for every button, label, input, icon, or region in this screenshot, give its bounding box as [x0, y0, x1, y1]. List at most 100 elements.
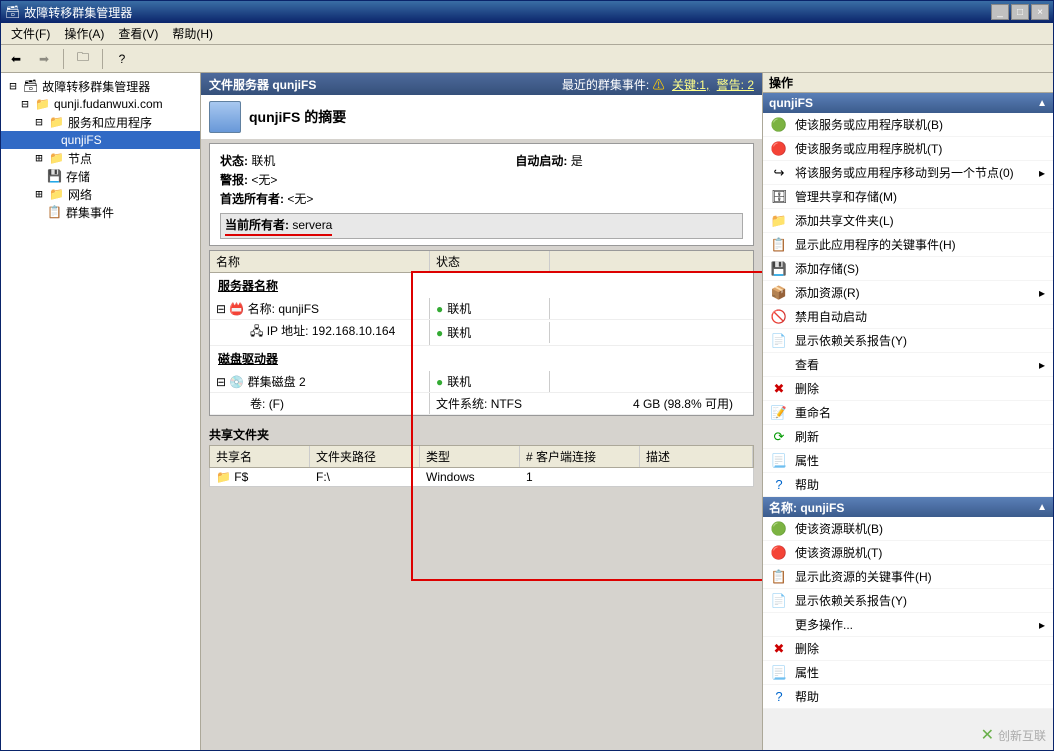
rename-icon: 📝 [771, 405, 787, 421]
menu-file[interactable]: 文件(F) [5, 23, 56, 44]
tree-storage[interactable]: 💾 存储 [1, 167, 200, 185]
action2-help[interactable]: ?帮助 [763, 685, 1053, 709]
help-icon: ? [771, 477, 787, 493]
properties-icon: 📃 [771, 453, 787, 469]
main-window: 🗃 故障转移群集管理器 _ □ × 文件(F) 操作(A) 查看(V) 帮助(H… [0, 0, 1054, 751]
warning-link[interactable]: 警告: 2 [717, 78, 754, 92]
action-delete[interactable]: ✖删除 [763, 377, 1053, 401]
action-refresh[interactable]: ⟳刷新 [763, 425, 1053, 449]
summary-block: 状态: 联机 自动启动: 是 警报: <无> 首选所有者: <无> 当前所有者:… [209, 143, 754, 246]
action-dependency-report[interactable]: 📄显示依赖关系报告(Y) [763, 329, 1053, 353]
tree-services[interactable]: ⊟📁 服务和应用程序 [1, 113, 200, 131]
move-icon: ↪ [771, 165, 787, 181]
col-status[interactable]: 状态 [430, 251, 550, 272]
events-icon: 📋 [771, 237, 787, 253]
up-button[interactable]: 🗀 [72, 48, 94, 70]
share-col-path[interactable]: 文件夹路径 [310, 446, 420, 467]
action-add-resource[interactable]: 📦添加资源(R)▸ [763, 281, 1053, 305]
report-icon: 📄 [771, 333, 787, 349]
titlebar[interactable]: 🗃 故障转移群集管理器 _ □ × [1, 1, 1053, 23]
grid-header: 名称 状态 [210, 251, 753, 273]
menubar: 文件(F) 操作(A) 查看(V) 帮助(H) [1, 23, 1053, 45]
share-col-name[interactable]: 共享名 [210, 446, 310, 467]
col-name[interactable]: 名称 [210, 251, 430, 272]
alerts-value: <无> [251, 173, 277, 187]
disable-icon: 🚫 [771, 309, 787, 325]
summary-title-row: qunjiFS 的摘要 [201, 95, 762, 139]
storage-icon: 🗄 [771, 189, 787, 205]
menu-action[interactable]: 操作(A) [58, 23, 110, 44]
server-icon [209, 101, 241, 133]
resource-row-ip[interactable]: 🖧 IP 地址: 192.168.10.164 联机 [210, 320, 753, 346]
action-view[interactable]: 查看▸ [763, 353, 1053, 377]
autostart-value: 是 [571, 154, 583, 168]
current-owner: servera [292, 218, 332, 232]
preferred-owner: <无> [287, 192, 313, 206]
actions-section2-header[interactable]: 名称: qunjiFS▲ [763, 497, 1053, 517]
action2-show-events[interactable]: 📋显示此资源的关键事件(H) [763, 565, 1053, 589]
watermark: ✕创新互联 [981, 725, 1046, 745]
actions-section1-header[interactable]: qunjiFS▲ [763, 93, 1053, 113]
help-button[interactable]: ? [111, 48, 133, 70]
events-icon: 📋 [771, 569, 787, 585]
window-title: 故障转移群集管理器 [24, 4, 132, 21]
action-disable-autostart[interactable]: 🚫禁用自动启动 [763, 305, 1053, 329]
online-icon: 🟢 [771, 117, 787, 133]
share-col-clients[interactable]: # 客户端连接 [520, 446, 640, 467]
action-show-events[interactable]: 📋显示此应用程序的关键事件(H) [763, 233, 1053, 257]
action2-dependency-report[interactable]: 📄显示依赖关系报告(Y) [763, 589, 1053, 613]
resource-icon: 📦 [771, 285, 787, 301]
current-owner-row: 当前所有者: servera [220, 213, 743, 239]
action2-more[interactable]: 更多操作...▸ [763, 613, 1053, 637]
share-col-type[interactable]: 类型 [420, 446, 520, 467]
action2-properties[interactable]: 📃属性 [763, 661, 1053, 685]
tree-nodes[interactable]: ⊞📁 节点 [1, 149, 200, 167]
menu-help[interactable]: 帮助(H) [166, 23, 219, 44]
action-add-share[interactable]: 📁添加共享文件夹(L) [763, 209, 1053, 233]
forward-button[interactable]: ➡ [33, 48, 55, 70]
action-bring-online[interactable]: 🟢使该服务或应用程序联机(B) [763, 113, 1053, 137]
maximize-button[interactable]: □ [1011, 4, 1029, 20]
action-move-node[interactable]: ↪将该服务或应用程序移动到另一个节点(0)▸ [763, 161, 1053, 185]
action-take-offline[interactable]: 🔴使该服务或应用程序脱机(T) [763, 137, 1053, 161]
resource-row-name[interactable]: ⊟ 📛 名称: qunjiFS 联机 [210, 298, 753, 320]
header-title: 文件服务器 qunjiFS [209, 76, 316, 93]
action-add-storage[interactable]: 💾添加存储(S) [763, 257, 1053, 281]
share-section-title: 共享文件夹 [209, 424, 754, 445]
action-properties[interactable]: 📃属性 [763, 449, 1053, 473]
toolbar: ⬅ ➡ 🗀 ? [1, 45, 1053, 73]
tree-events[interactable]: 📋 群集事件 [1, 203, 200, 221]
tree-root[interactable]: ⊟🗃 故障转移群集管理器 [1, 77, 200, 95]
report-icon: 📄 [771, 593, 787, 609]
action2-bring-online[interactable]: 🟢使该资源联机(B) [763, 517, 1053, 541]
back-button[interactable]: ⬅ [5, 48, 27, 70]
tree-qunjifs[interactable]: qunjiFS [1, 131, 200, 149]
center-pane: 文件服务器 qunjiFS 最近的群集事件: ⚠ 关键:1, 警告: 2 qun… [201, 73, 763, 750]
share-header: 共享名 文件夹路径 类型 # 客户端连接 描述 [209, 445, 754, 468]
help-icon: ? [771, 689, 787, 705]
critical-link[interactable]: 关键:1, [672, 78, 709, 92]
status-value: 联机 [251, 154, 275, 168]
minimize-button[interactable]: _ [991, 4, 1009, 20]
action-rename[interactable]: 📝重命名 [763, 401, 1053, 425]
resource-row-disk[interactable]: ⊟ 💿 群集磁盘 2 联机 [210, 371, 753, 393]
disk-capacity: 4 GB (98.8% 可用) [550, 393, 753, 414]
action-manage-storage[interactable]: 🗄管理共享和存储(M) [763, 185, 1053, 209]
menu-view[interactable]: 查看(V) [112, 23, 164, 44]
tree-networks[interactable]: ⊞📁 网络 [1, 185, 200, 203]
action2-delete[interactable]: ✖删除 [763, 637, 1053, 661]
close-button[interactable]: × [1031, 4, 1049, 20]
offline-icon: 🔴 [771, 141, 787, 157]
recent-events-label: 最近的群集事件: [562, 78, 649, 92]
collapse-icon: ▲ [1037, 98, 1047, 109]
properties-icon: 📃 [771, 665, 787, 681]
action-help[interactable]: ?帮助 [763, 473, 1053, 497]
actions-pane-title: 操作 [763, 73, 1053, 93]
share-row[interactable]: 📁 F$ F:\ Windows 1 [209, 468, 754, 487]
summary-title: qunjiFS 的摘要 [249, 107, 346, 127]
share-col-desc[interactable]: 描述 [640, 446, 753, 467]
offline-icon: 🔴 [771, 545, 787, 561]
group-servername: 服务器名称 [210, 273, 753, 298]
tree-cluster[interactable]: ⊟📁 qunji.fudanwuxi.com [1, 95, 200, 113]
action2-take-offline[interactable]: 🔴使该资源脱机(T) [763, 541, 1053, 565]
